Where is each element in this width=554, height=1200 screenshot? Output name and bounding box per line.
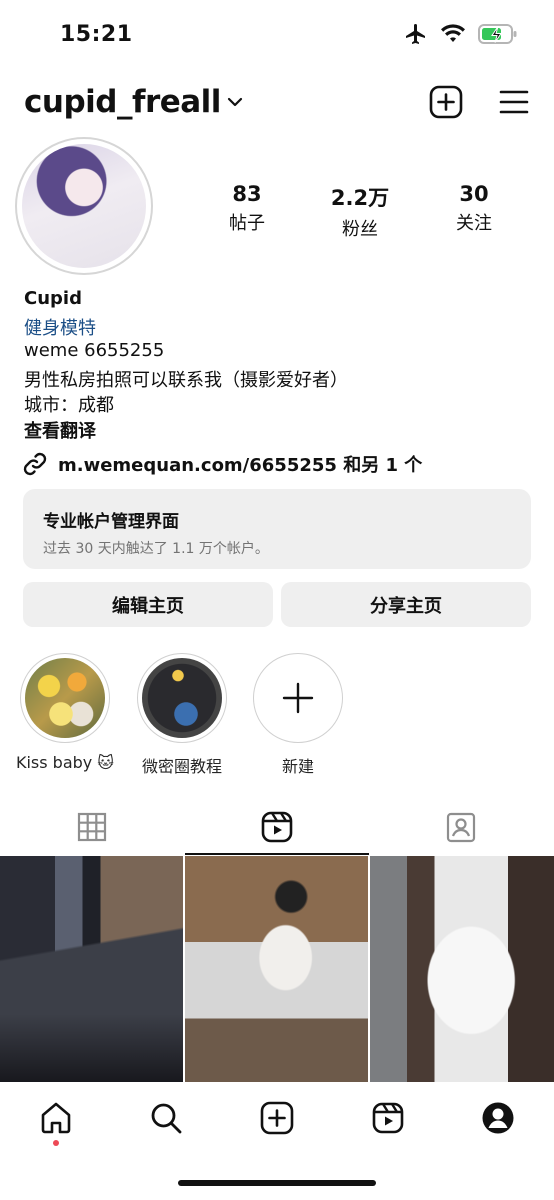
- dashboard-subtitle: 过去 30 天内触达了 1.1 万个帐户。: [43, 541, 269, 557]
- create-icon: [260, 1101, 294, 1135]
- highlight-image: [142, 658, 222, 738]
- profile-avatar[interactable]: [15, 137, 153, 275]
- tagged-icon: [446, 812, 476, 843]
- highlight-label: 微密圈教程: [141, 757, 222, 776]
- stat-followers[interactable]: 2.2万 粉丝: [305, 182, 415, 241]
- home-indicator: [178, 1180, 376, 1186]
- share-profile-button[interactable]: 分享主页: [281, 582, 531, 627]
- create-button[interactable]: [428, 84, 464, 120]
- bio-text-line: 男性私房拍照可以联系我（摄影爱好者）: [24, 370, 348, 391]
- plus-square-icon: [429, 85, 463, 119]
- grid-icon: [77, 812, 107, 842]
- highlight-image: [25, 658, 105, 738]
- bio-name: Cupid: [24, 288, 82, 309]
- reel-image: [185, 856, 368, 1082]
- stat-value: 83: [232, 182, 262, 206]
- account-switcher[interactable]: cupid_freall: [24, 84, 243, 120]
- tab-posts-grid[interactable]: [0, 800, 184, 854]
- battery-charging-icon: [478, 24, 517, 44]
- highlight-item[interactable]: 微密圈教程: [127, 653, 237, 777]
- nav-profile[interactable]: [478, 1098, 518, 1138]
- menu-button[interactable]: [496, 84, 532, 120]
- reels-icon: [261, 811, 293, 843]
- bio-link-text: m.wemequan.com/6655255 和另 1 个: [58, 455, 423, 476]
- avatar-image: [22, 144, 146, 268]
- see-translation-link[interactable]: 查看翻译: [24, 417, 96, 443]
- home-icon: [41, 1102, 71, 1134]
- status-icons: [404, 22, 518, 46]
- reel-image: [0, 856, 183, 1082]
- wifi-icon: [441, 24, 465, 42]
- nav-search[interactable]: [146, 1098, 186, 1138]
- stat-following[interactable]: 30 关注: [419, 182, 529, 235]
- chevron-down-icon: [227, 97, 243, 107]
- new-highlight-circle: [253, 653, 343, 743]
- stat-value: 30: [459, 182, 489, 206]
- dashboard-title: 专业帐户管理界面: [43, 512, 179, 532]
- new-highlight-button[interactable]: 新建: [243, 653, 353, 777]
- reel-image: [370, 856, 554, 1082]
- highlight-label: 新建: [281, 757, 314, 776]
- highlight-item[interactable]: Kiss baby 🐱: [10, 653, 120, 772]
- active-tab-indicator: [185, 853, 369, 855]
- nav-reels[interactable]: [368, 1098, 408, 1138]
- bio-text-line: weme 6655255: [24, 340, 165, 361]
- hamburger-menu-icon: [499, 90, 529, 114]
- tab-reels[interactable]: [185, 800, 369, 854]
- status-time: 15:21: [60, 22, 133, 47]
- stat-label: 粉丝: [342, 219, 378, 240]
- stat-posts[interactable]: 83 帖子: [192, 182, 302, 235]
- tab-tagged[interactable]: [369, 800, 553, 854]
- highlight-cover: [20, 653, 110, 743]
- highlight-cover: [137, 653, 227, 743]
- reel-thumbnail[interactable]: [185, 856, 368, 1082]
- nav-home[interactable]: [36, 1098, 76, 1138]
- notification-dot: [53, 1140, 59, 1146]
- search-icon: [151, 1103, 182, 1134]
- professional-dashboard-card[interactable]: 专业帐户管理界面 过去 30 天内触达了 1.1 万个帐户。: [23, 489, 531, 569]
- stat-label: 帖子: [229, 213, 265, 234]
- profile-username: cupid_freall: [24, 84, 221, 120]
- highlight-label: Kiss baby 🐱: [15, 753, 115, 772]
- bio-text-line: 城市：成都: [24, 395, 114, 416]
- plus-icon: [282, 682, 314, 714]
- edit-profile-button[interactable]: 编辑主页: [23, 582, 273, 627]
- nav-create[interactable]: [257, 1098, 297, 1138]
- stat-value: 2.2万: [330, 186, 390, 210]
- profile-icon: [482, 1102, 514, 1134]
- reel-thumbnail[interactable]: [0, 856, 183, 1082]
- reel-thumbnail[interactable]: [370, 856, 554, 1082]
- bio-links[interactable]: m.wemequan.com/6655255 和另 1 个: [22, 451, 422, 477]
- reels-icon: [372, 1102, 404, 1134]
- link-icon: [23, 452, 47, 476]
- stat-label: 关注: [456, 213, 492, 234]
- airplane-icon: [406, 24, 425, 44]
- bio-category: 健身模特: [24, 318, 96, 339]
